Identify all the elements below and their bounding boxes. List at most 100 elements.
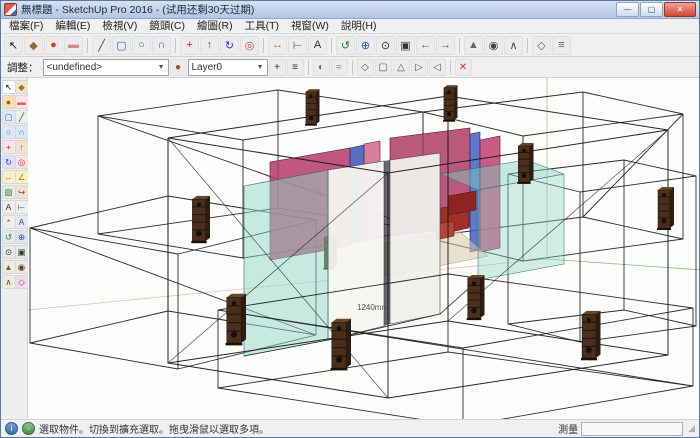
layer-dropdown[interactable]: Layer0 ▼ (188, 59, 268, 76)
make-component-icon[interactable]: ◆ (24, 36, 43, 55)
speaker[interactable] (581, 311, 601, 360)
pan-icon[interactable]: ⊕ (15, 230, 29, 244)
sketchup-app-icon (4, 3, 17, 16)
walk-icon[interactable]: ∧ (2, 275, 16, 289)
paint-bucket-icon[interactable]: ● (2, 95, 16, 109)
title-bar: 無標題 - SketchUp Pro 2016 - (试用还剩30天过期) — … (1, 1, 699, 19)
maximize-button[interactable]: ▢ (640, 2, 663, 17)
view-back-icon[interactable]: ◁ (429, 59, 446, 76)
zoom-icon[interactable]: ⊙ (2, 245, 16, 259)
rectangle-icon[interactable]: ▢ (2, 110, 16, 124)
axes-icon[interactable]: * (2, 215, 16, 229)
speaker[interactable] (226, 294, 246, 346)
view-front-icon[interactable]: △ (393, 59, 410, 76)
previous-view-icon[interactable]: ← (416, 36, 435, 55)
text-icon[interactable]: A (2, 200, 16, 214)
section-plane-icon[interactable]: ◇ (532, 36, 551, 55)
dimension-icon[interactable]: ⊢ (288, 36, 307, 55)
layer-add-icon[interactable]: + (269, 59, 286, 76)
teal-glass-wall[interactable] (244, 170, 328, 356)
look-around-icon[interactable]: ◉ (15, 260, 29, 274)
rectangle-icon[interactable]: ▢ (112, 36, 131, 55)
white-wall[interactable] (328, 161, 384, 340)
arc-icon[interactable]: ∩ (152, 36, 171, 55)
white-wall[interactable] (390, 153, 440, 324)
speaker[interactable] (443, 85, 457, 122)
walk-icon[interactable]: ∧ (504, 36, 523, 55)
close-button[interactable]: ✕ (664, 2, 696, 17)
minimize-button[interactable]: — (616, 2, 639, 17)
menu-camera[interactable]: 鏡頭(C) (143, 19, 191, 33)
teal-glass-wall[interactable] (478, 174, 564, 280)
circle-icon[interactable]: ○ (132, 36, 151, 55)
orbit-icon[interactable]: ↺ (336, 36, 355, 55)
push-pull-icon[interactable]: ↑ (15, 140, 29, 154)
menu-edit[interactable]: 編輯(E) (49, 19, 96, 33)
eraser-icon[interactable]: ▬ (15, 95, 29, 109)
offset-icon[interactable]: ◎ (15, 155, 29, 169)
line-icon[interactable]: ╱ (92, 36, 111, 55)
view-right-icon[interactable]: ▷ (411, 59, 428, 76)
menu-view[interactable]: 檢視(V) (96, 19, 143, 33)
select-icon[interactable]: ↖ (2, 80, 16, 94)
menu-tools[interactable]: 工具(T) (239, 19, 285, 33)
3d-viewport-canvas[interactable]: 1240mm (28, 78, 699, 419)
follow-me-icon[interactable]: ↪ (15, 185, 29, 199)
orbit-icon[interactable]: ↺ (2, 230, 16, 244)
offset-icon[interactable]: ◎ (240, 36, 259, 55)
3d-text-icon[interactable]: A (15, 215, 29, 229)
speaker[interactable] (305, 89, 319, 126)
look-around-icon[interactable]: ◉ (484, 36, 503, 55)
speaker[interactable] (467, 275, 485, 320)
fog-icon[interactable]: ≈ (331, 59, 348, 76)
dimension-icon[interactable]: ⊢ (15, 200, 29, 214)
geolocation-icon[interactable]: ◦ (22, 422, 35, 435)
push-pull-icon[interactable]: ↑ (200, 36, 219, 55)
position-camera-icon[interactable]: ▲ (2, 260, 16, 274)
select-icon[interactable]: ↖ (4, 36, 23, 55)
measurement-input[interactable] (581, 422, 683, 436)
shadows-icon[interactable]: ◐ (313, 59, 330, 76)
next-view-icon[interactable]: → (436, 36, 455, 55)
text-icon[interactable]: A (308, 36, 327, 55)
scale-icon[interactable]: ▨ (2, 185, 16, 199)
protractor-icon[interactable]: ∠ (15, 170, 29, 184)
zoom-extents-icon[interactable]: ▣ (396, 36, 415, 55)
paint-bucket-icon[interactable]: ● (170, 59, 187, 76)
position-camera-icon[interactable]: ▲ (464, 36, 483, 55)
menu-file[interactable]: 檔案(F) (3, 19, 49, 33)
eraser-icon[interactable]: ▬ (64, 36, 83, 55)
speaker[interactable] (191, 196, 210, 243)
rotate-icon[interactable]: ↻ (2, 155, 16, 169)
3d-viewport[interactable]: 1240mm (28, 78, 699, 419)
speaker[interactable] (517, 143, 533, 184)
menu-draw[interactable]: 繪圖(R) (191, 19, 239, 33)
move-icon[interactable]: + (180, 36, 199, 55)
make-component-icon[interactable]: ◆ (15, 80, 29, 94)
tape-measure-icon[interactable]: ↔ (2, 170, 16, 184)
model-info-icon[interactable]: ≡ (552, 36, 571, 55)
menu-window[interactable]: 視窗(W) (285, 19, 335, 33)
circle-icon[interactable]: ○ (2, 125, 16, 139)
view-top-icon[interactable]: ▢ (375, 59, 392, 76)
rotate-icon[interactable]: ↻ (220, 36, 239, 55)
zoom-extents-icon[interactable]: ▣ (15, 245, 29, 259)
speaker[interactable] (657, 187, 674, 230)
zoom-icon[interactable]: ⊙ (376, 36, 395, 55)
tape-measure-icon[interactable]: ↔ (268, 36, 287, 55)
move-icon[interactable]: + (2, 140, 16, 154)
view-iso-icon[interactable]: ◇ (357, 59, 374, 76)
menu-help[interactable]: 說明(H) (335, 19, 383, 33)
delete-layer-icon[interactable]: ✕ (455, 59, 472, 76)
paint-bucket-icon[interactable]: ● (44, 36, 63, 55)
speaker[interactable] (331, 319, 351, 371)
section-plane-icon[interactable]: ◇ (15, 275, 29, 289)
info-icon[interactable]: i (5, 422, 18, 435)
adjust-dropdown[interactable]: <undefined> ▼ (43, 59, 169, 76)
resize-grip-icon[interactable]: ◢ (688, 423, 695, 434)
arc-icon[interactable]: ∩ (15, 125, 29, 139)
toolbar-separator (331, 38, 332, 53)
pan-icon[interactable]: ⊕ (356, 36, 375, 55)
line-icon[interactable]: ╱ (15, 110, 29, 124)
layer-manager-icon[interactable]: ≡ (287, 59, 304, 76)
